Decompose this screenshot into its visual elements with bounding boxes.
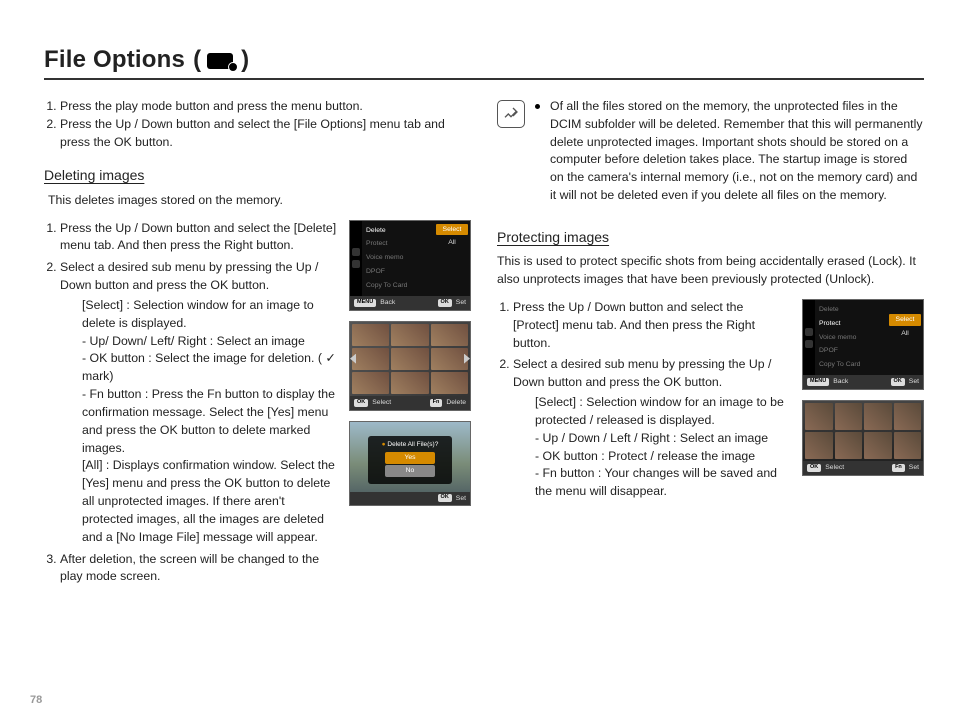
note-box: Of all the files stored on the memory, t… bbox=[497, 98, 924, 205]
del-step-3: After deletion, the screen will be chang… bbox=[60, 551, 339, 587]
foot-ok-btn-2: OK bbox=[354, 399, 368, 407]
prot-step-1: Press the Up / Down button and select th… bbox=[513, 299, 792, 352]
submenu-select: Select bbox=[436, 224, 468, 236]
camera-screen-delete-menu: Delete Protect Voice memo DPOF Copy To C… bbox=[349, 220, 471, 311]
camera-screen-select-grid: OK Select Fn Delete bbox=[349, 321, 471, 411]
foot-ok-btn: OK bbox=[438, 299, 452, 307]
p-menu-item-dpof: DPOF bbox=[815, 344, 887, 358]
protect-screenshots: Delete Protect Voice memo DPOF Copy To C… bbox=[802, 299, 924, 476]
menu-item-protect: Protect bbox=[362, 237, 434, 251]
note-bullet-icon bbox=[535, 104, 540, 109]
right-column: Of all the files stored on the memory, t… bbox=[497, 98, 924, 590]
p-foot-set-label-2: Set bbox=[909, 463, 919, 473]
intro-step-2: Press the Up / Down button and select th… bbox=[60, 116, 471, 152]
del-fn-line: - Fn button : Press the Fn button to dis… bbox=[82, 386, 339, 457]
p-menu-item-voice: Voice memo bbox=[815, 331, 887, 345]
p-foot-ok-btn-2: OK bbox=[807, 464, 821, 472]
p-foot-select-label: Select bbox=[825, 463, 844, 473]
page-title: File Options bbox=[44, 46, 185, 74]
intro-step-1: Press the play mode button and press the… bbox=[60, 98, 471, 116]
foot-set-label-2: Set bbox=[456, 494, 466, 504]
prot-select-label: [Select] : Selection window for an image… bbox=[535, 394, 792, 430]
protecting-heading: Protecting images bbox=[497, 227, 924, 247]
prot-step-2-text: Select a desired sub menu by pressing th… bbox=[513, 357, 771, 389]
del-ok-line: - OK button : Select the image for delet… bbox=[82, 350, 339, 386]
dialog-yes: Yes bbox=[385, 452, 435, 464]
protecting-blurb: This is used to protect specific shots f… bbox=[497, 253, 924, 289]
page-number: 78 bbox=[30, 694, 42, 706]
menu-item-delete: Delete bbox=[362, 224, 434, 238]
p-menu-item-protect: Protect bbox=[815, 317, 887, 331]
prot-step-2: Select a desired sub menu by pressing th… bbox=[513, 356, 792, 501]
del-step-2: Select a desired sub menu by pressing th… bbox=[60, 259, 339, 546]
foot-back-label: Back bbox=[380, 298, 395, 308]
menu-item-copy: Copy To Card bbox=[362, 279, 434, 293]
delete-screenshots: Delete Protect Voice memo DPOF Copy To C… bbox=[349, 220, 471, 507]
intro-steps: Press the play mode button and press the… bbox=[44, 98, 471, 151]
del-step-2-text: Select a desired sub menu by pressing th… bbox=[60, 260, 318, 292]
prot-ok-line: - OK button : Protect / release the imag… bbox=[535, 448, 792, 466]
camera-screen-protect-menu: Delete Protect Voice memo DPOF Copy To C… bbox=[802, 299, 924, 390]
p-foot-set-label: Set bbox=[909, 377, 919, 387]
note-text: Of all the files stored on the memory, t… bbox=[550, 98, 924, 205]
deleting-blurb: This deletes images stored on the memory… bbox=[48, 192, 471, 210]
p-foot-ok-btn: OK bbox=[891, 378, 905, 386]
menu-item-dpof: DPOF bbox=[362, 265, 434, 279]
camera-screen-protect-grid: OK Select Fn Set bbox=[802, 400, 924, 476]
camera-screen-confirm: ● Delete All File(s)? Yes No OK Set bbox=[349, 421, 471, 507]
del-all-line: [All] : Displays confirmation window. Se… bbox=[82, 457, 339, 546]
p-menu-item-copy: Copy To Card bbox=[815, 358, 887, 372]
deleting-heading: Deleting images bbox=[44, 165, 471, 185]
paren-open: ( bbox=[193, 46, 201, 74]
dialog-no: No bbox=[385, 465, 435, 477]
foot-delete-label: Delete bbox=[446, 398, 466, 408]
note-icon bbox=[497, 100, 525, 128]
foot-fn-btn: Fn bbox=[430, 399, 443, 407]
p-foot-back-label: Back bbox=[833, 377, 848, 387]
foot-menu-btn: MENU bbox=[354, 299, 376, 307]
del-nav-line: - Up/ Down/ Left/ Right : Select an imag… bbox=[82, 333, 339, 351]
page-title-row: File Options ( ) bbox=[44, 46, 924, 80]
file-options-icon bbox=[207, 53, 233, 69]
dialog-question: Delete All File(s)? bbox=[387, 441, 438, 448]
del-step-1: Press the Up / Down button and select th… bbox=[60, 220, 339, 256]
left-column: Press the play mode button and press the… bbox=[44, 98, 471, 590]
foot-select-label: Select bbox=[372, 398, 391, 408]
menu-item-voice: Voice memo bbox=[362, 251, 434, 265]
p-submenu-select: Select bbox=[889, 314, 921, 326]
paren-close: ) bbox=[241, 46, 249, 74]
foot-set-label: Set bbox=[456, 298, 466, 308]
p-menu-item-delete: Delete bbox=[815, 303, 887, 317]
p-foot-fn-btn: Fn bbox=[892, 464, 905, 472]
p-submenu-all: All bbox=[889, 328, 921, 340]
prot-nav-line: - Up / Down / Left / Right : Select an i… bbox=[535, 430, 792, 448]
del-select-label: [Select] : Selection window for an image… bbox=[82, 297, 339, 333]
prot-fn-line: - Fn button : Your changes will be saved… bbox=[535, 465, 792, 501]
submenu-all: All bbox=[436, 237, 468, 249]
p-foot-menu-btn: MENU bbox=[807, 378, 829, 386]
foot-ok-btn-3: OK bbox=[438, 494, 452, 502]
